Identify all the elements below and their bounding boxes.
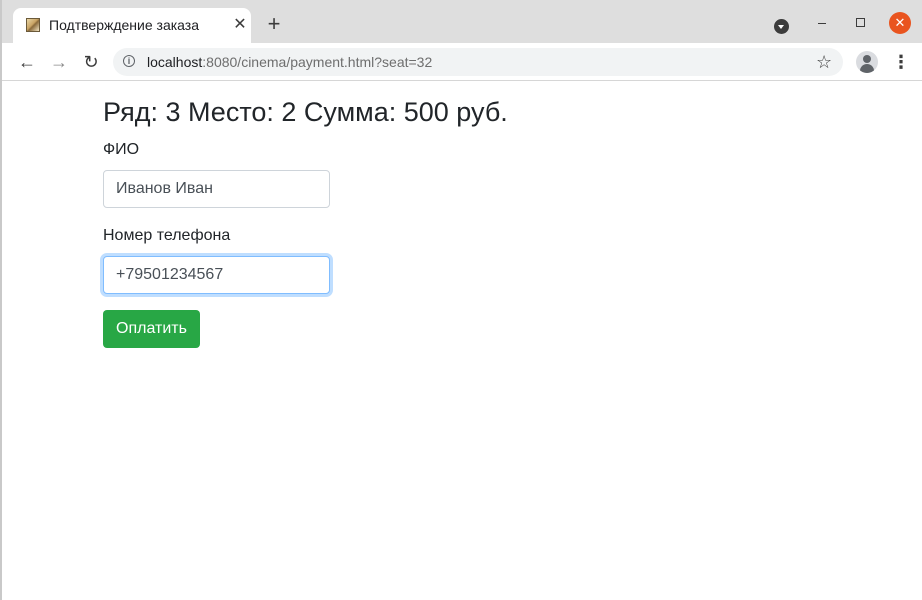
reload-icon[interactable]: ↻ [80,51,102,73]
tab-close-icon[interactable]: ✕ [231,16,249,34]
kebab-menu-icon[interactable]: ⋮ [892,51,910,73]
star-icon[interactable]: ☆ [816,51,832,73]
page-content: Ряд: 3 Место: 2 Сумма: 500 руб. ФИО Номе… [4,81,922,600]
new-tab-button[interactable]: + [264,13,284,35]
name-label: ФИО [103,141,140,158]
phone-label: Номер телефона [103,227,231,244]
tab-title: Подтверждение заказа [49,17,199,33]
profile-icon[interactable] [856,51,878,73]
browser-window: Подтверждение заказа ✕ + ✕ ← → ↻ i local… [0,0,922,600]
tab-strip: Подтверждение заказа ✕ + ✕ [2,0,922,43]
back-arrow-icon[interactable]: ← [16,51,38,73]
info-icon[interactable]: i [123,55,135,67]
maximize-button[interactable] [856,18,865,27]
url-text[interactable]: localhost:8080/cinema/payment.html?seat=… [147,54,432,70]
name-input[interactable] [103,170,330,208]
phone-input[interactable] [103,256,330,294]
browser-toolbar: ← → ↻ i localhost:8080/cinema/payment.ht… [2,43,922,81]
active-tab[interactable]: Подтверждение заказа ✕ [13,8,251,43]
cinema-favicon-icon [26,18,40,32]
url-path: :8080/cinema/payment.html?seat=32 [202,54,433,70]
minimize-button[interactable] [818,23,826,24]
window-close-button[interactable]: ✕ [889,12,911,34]
address-bar[interactable]: i localhost:8080/cinema/payment.html?sea… [113,48,843,76]
forward-arrow-icon[interactable]: → [48,51,70,73]
pay-button[interactable]: Оплатить [103,310,200,348]
tab-search-icon[interactable] [774,19,789,34]
url-host: localhost [147,54,203,70]
order-summary-heading: Ряд: 3 Место: 2 Сумма: 500 руб. [103,97,508,127]
